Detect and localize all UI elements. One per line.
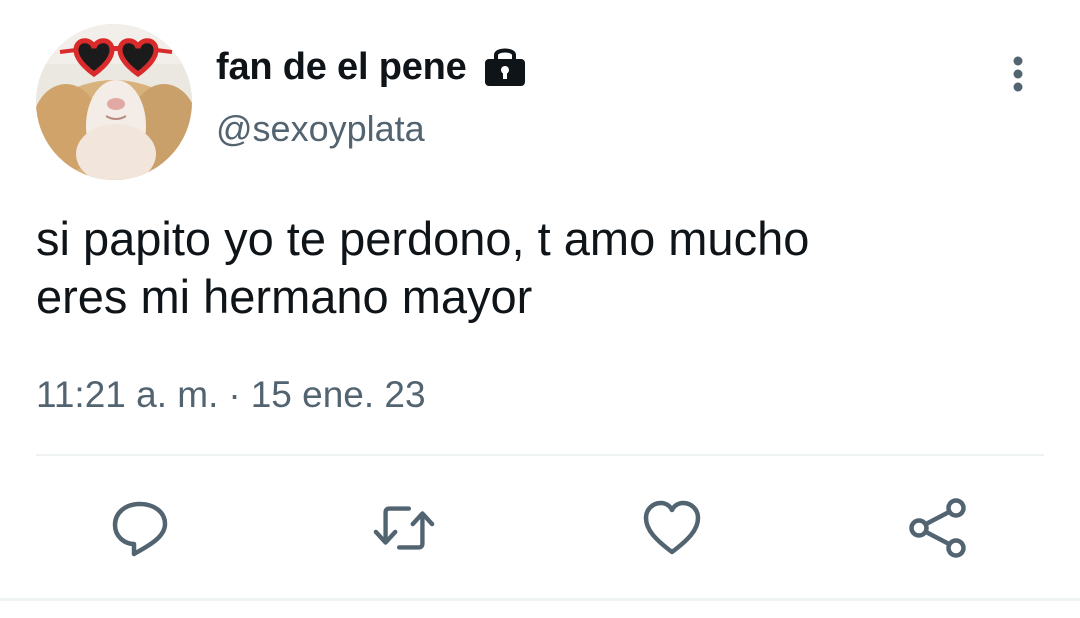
tweet-time: 11:21 a. m. bbox=[36, 374, 219, 415]
author-handle[interactable]: @sexoyplata bbox=[216, 108, 425, 150]
tweet-date: 15 ene. 23 bbox=[250, 374, 426, 415]
like-button[interactable] bbox=[640, 496, 704, 560]
author-row: fan de el pene bbox=[216, 42, 527, 92]
more-vertical-icon bbox=[1013, 56, 1023, 92]
heart-icon bbox=[643, 500, 701, 555]
share-icon bbox=[909, 498, 966, 558]
avatar[interactable] bbox=[36, 24, 192, 180]
lock-icon bbox=[483, 46, 527, 88]
retweet-icon bbox=[373, 506, 435, 550]
timestamp-separator: · bbox=[228, 374, 241, 415]
display-name[interactable]: fan de el pene bbox=[216, 46, 467, 89]
share-button[interactable] bbox=[906, 496, 970, 560]
reply-button[interactable] bbox=[108, 496, 172, 560]
guinea-pig-avatar-image bbox=[36, 24, 192, 180]
bottom-divider bbox=[0, 598, 1080, 601]
tweet-text: si papito yo te perdono, t amo mucho ere… bbox=[36, 212, 810, 323]
reply-icon bbox=[112, 501, 168, 557]
tweet: fan de el pene @sexoyplata si papito yo … bbox=[0, 0, 1080, 618]
retweet-button[interactable] bbox=[372, 496, 436, 560]
more-options-button[interactable] bbox=[996, 52, 1040, 96]
timestamp: 11:21 a. m. · 15 ene. 23 bbox=[36, 374, 426, 416]
divider bbox=[36, 454, 1044, 456]
